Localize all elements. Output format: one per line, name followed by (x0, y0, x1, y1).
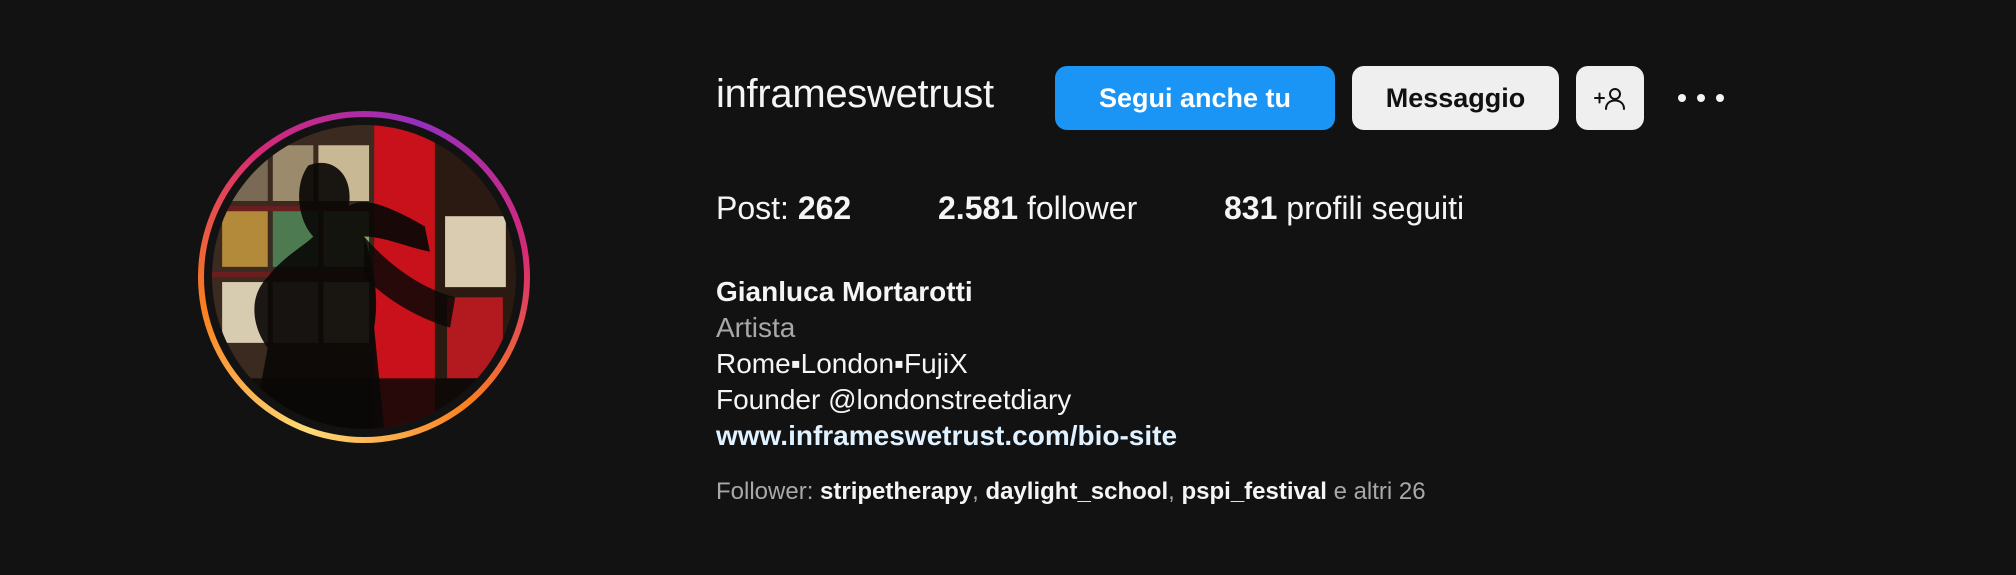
profile-username: inframeswetrust (716, 72, 994, 116)
bio-line: Founder @londonstreetdiary (716, 384, 1072, 415)
followed-by[interactable]: Follower: stripetherapy, daylight_school… (716, 478, 1426, 506)
followed-by-more: e altri 26 (1333, 478, 1426, 505)
followers-stat[interactable]: 2.581 follower (938, 190, 1137, 227)
bio-line: Rome▪London▪FujiX (716, 348, 968, 379)
following-count: 831 (1224, 190, 1278, 226)
posts-stat: Post: 262 (716, 190, 852, 226)
followed-by-user[interactable]: stripetherapy (820, 478, 972, 505)
more-options-icon[interactable] (1678, 82, 1724, 114)
profile-page: inframeswetrust Segui anche tu Messaggio… (0, 0, 2016, 575)
avatar-image (212, 125, 516, 429)
followed-by-user[interactable]: daylight_school (985, 478, 1168, 505)
followers-count: 2.581 (938, 190, 1019, 226)
category-label: Artista (716, 312, 796, 343)
full-name: Gianluca Mortarotti (716, 276, 973, 307)
followed-by-user[interactable]: pspi_festival (1181, 478, 1326, 505)
avatar[interactable] (212, 125, 516, 429)
message-button[interactable]: Messaggio (1352, 66, 1559, 130)
story-ring[interactable] (198, 111, 530, 443)
add-user-icon (1594, 88, 1625, 110)
following-stat[interactable]: 831 profili seguiti (1224, 190, 1464, 227)
suggested-users-button[interactable] (1576, 66, 1644, 130)
posts-count: 262 (797, 190, 852, 226)
profile-bio: Gianluca Mortarotti Artista Rome▪London▪… (716, 274, 1177, 454)
follow-button[interactable]: Segui anche tu (1055, 66, 1335, 130)
website-link[interactable]: www.inframeswetrust.com/bio-site (716, 418, 1177, 454)
